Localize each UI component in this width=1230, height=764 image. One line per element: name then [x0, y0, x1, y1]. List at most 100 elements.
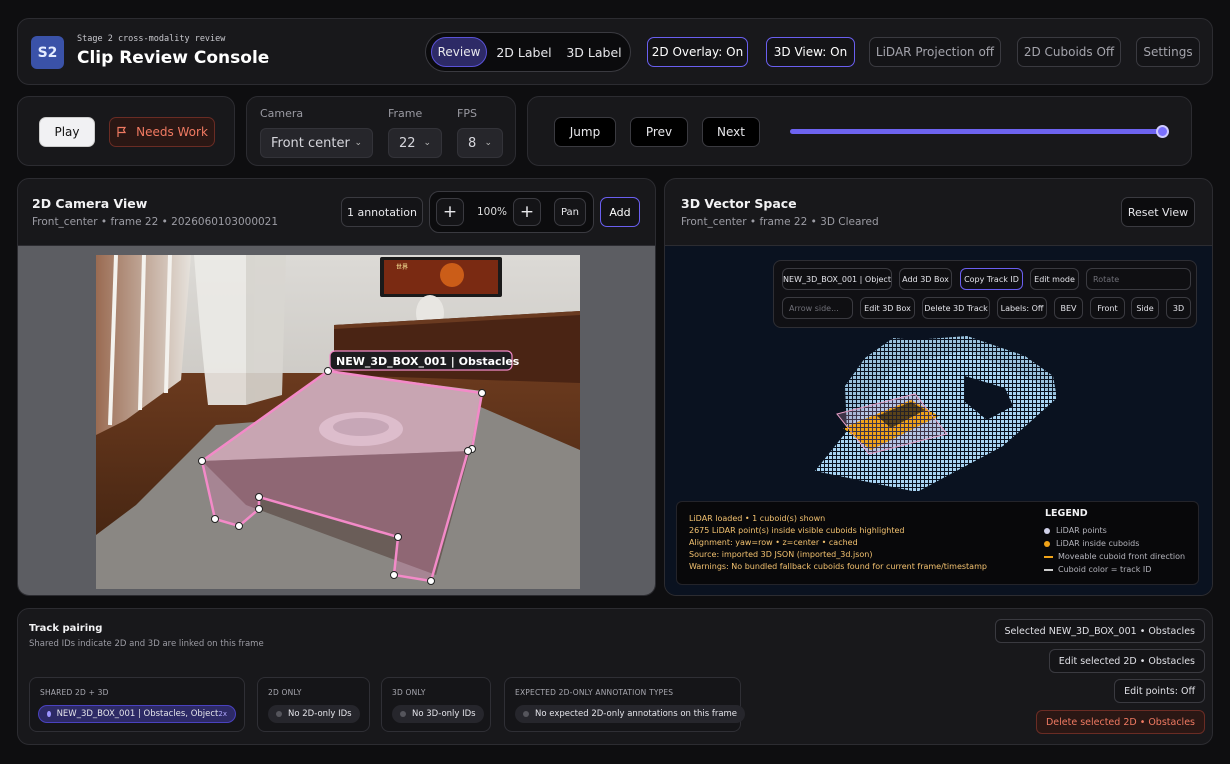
fps-select[interactable]: 8 ⌄: [457, 128, 503, 158]
expected-types-chip: No expected 2D-only annotations on this …: [515, 705, 746, 723]
app-eyebrow: Stage 2 cross-modality review: [77, 34, 226, 44]
selected-track-button[interactable]: Selected NEW_3D_BOX_001 • Obstacles: [994, 619, 1205, 643]
status-dot: [47, 711, 51, 717]
legend-label: LiDAR inside cuboids: [1056, 539, 1140, 548]
navigation-panel: Jump Prev Next: [527, 96, 1192, 166]
delete-selected-2d-button[interactable]: Delete selected 2D • Obstacles: [1035, 710, 1205, 734]
zoom-in-button[interactable]: +: [436, 198, 464, 226]
expected-types-label: No expected 2D-only annotations on this …: [535, 709, 738, 719]
labels-toggle[interactable]: Labels: Off: [997, 297, 1047, 319]
shared-track-count: 2x: [218, 710, 227, 718]
frame-scrubber[interactable]: [790, 125, 1169, 138]
tv-caption: 世界: [396, 263, 408, 271]
view-bev-button[interactable]: BEV: [1054, 297, 1083, 319]
shared-group: SHARED 2D + 3D NEW_3D_BOX_001 | Obstacle…: [29, 677, 245, 732]
prev-button[interactable]: Prev: [630, 117, 688, 147]
settings-button[interactable]: Settings: [1136, 37, 1200, 67]
3d-only-label: No 3D-only IDs: [412, 709, 476, 719]
status-line: LiDAR loaded • 1 cuboid(s) shown: [689, 514, 826, 523]
playback-panel: Play Needs Work: [17, 96, 235, 166]
app-title: Clip Review Console: [77, 48, 270, 68]
track-color-swatch: [1044, 568, 1053, 571]
legend-title: LEGEND: [1045, 508, 1088, 519]
add-annotation-button[interactable]: Add: [600, 197, 640, 227]
vector-space-panel: 3D Vector Space Front_center • frame 22 …: [664, 178, 1213, 596]
toggle-lidar-projection[interactable]: LiDAR Projection off: [869, 37, 1001, 67]
tv-fire: [440, 263, 464, 287]
lidar-toolbar: NEW_3D_BOX_001 | Object Add 3D Box Copy …: [773, 260, 1197, 328]
shared-track-chip[interactable]: NEW_3D_BOX_001 | Obstacles, Object 2x: [38, 705, 236, 723]
legend-item: LiDAR points: [1044, 526, 1107, 535]
copy-track-id-button[interactable]: Copy Track ID: [960, 268, 1023, 290]
legend-item: Moveable cuboid front direction: [1044, 552, 1185, 561]
camera-view-title: 2D Camera View: [32, 196, 148, 211]
expected-types-title: EXPECTED 2D-ONLY ANNOTATION TYPES: [515, 688, 674, 697]
curtain: [194, 255, 286, 405]
delete-3d-track-button[interactable]: Delete 3D Track: [922, 297, 990, 319]
edit-3d-box-button[interactable]: Edit 3D Box: [860, 297, 915, 319]
frame-value: 22: [399, 135, 416, 151]
rotate-input[interactable]: Rotate: [1086, 268, 1191, 290]
camera-label: Camera: [260, 107, 304, 120]
track-pairing-title: Track pairing: [29, 623, 103, 634]
view-3d-button[interactable]: 3D: [1166, 297, 1191, 319]
edit-selected-2d-button[interactable]: Edit selected 2D • Obstacles: [1048, 649, 1205, 673]
tab-2d-label[interactable]: 2D Label: [490, 37, 558, 67]
next-button[interactable]: Next: [702, 117, 760, 147]
vector-space-title: 3D Vector Space: [681, 196, 797, 211]
scrubber-handle[interactable]: [1156, 125, 1169, 138]
view-front-button[interactable]: Front: [1090, 297, 1125, 319]
zoom-plus-button[interactable]: +: [513, 198, 541, 226]
needs-work-label: Needs Work: [136, 125, 208, 139]
annotation-count-button[interactable]: 1 annotation: [341, 197, 423, 227]
2d-only-group: 2D ONLY No 2D-only IDs: [257, 677, 370, 732]
3d-only-chip: No 3D-only IDs: [392, 705, 484, 723]
pan-button[interactable]: Pan: [554, 198, 586, 226]
legend-item: LiDAR inside cuboids: [1044, 539, 1139, 548]
status-line: Source: imported 3D JSON (imported_3d.js…: [689, 550, 873, 559]
arrow-side-input[interactable]: Arrow side...: [782, 297, 853, 319]
fps-label: FPS: [457, 107, 477, 120]
scrubber-fill: [790, 129, 1162, 134]
frame-select[interactable]: 22 ⌄: [388, 128, 442, 158]
annotation-label: NEW_3D_BOX_001 | Obstacles: [336, 355, 520, 368]
camera-select[interactable]: Front center ⌄: [260, 128, 373, 158]
track-select[interactable]: NEW_3D_BOX_001 | Object: [782, 268, 892, 290]
flag-icon: [117, 126, 127, 137]
track-pairing-panel: Track pairing Shared IDs indicate 2D and…: [17, 608, 1213, 745]
lidar-point-swatch: [1044, 527, 1050, 534]
frame-label: Frame: [388, 107, 423, 120]
lidar-point-cloud[interactable]: [665, 336, 1213, 506]
chevron-down-icon: ⌄: [354, 138, 362, 148]
view-side-button[interactable]: Side: [1131, 297, 1159, 319]
3d-only-title: 3D ONLY: [392, 688, 426, 697]
status-line: Alignment: yaw=row • z=center • cached: [689, 538, 858, 547]
legend-label: Cuboid color = track ID: [1058, 565, 1152, 574]
add-3d-box-button[interactable]: Add 3D Box: [899, 268, 952, 290]
reset-view-button[interactable]: Reset View: [1121, 197, 1195, 227]
edit-points-toggle[interactable]: Edit points: Off: [1114, 679, 1205, 703]
lidar-inside-swatch: [1044, 540, 1050, 547]
chevron-down-icon: ⌄: [484, 138, 492, 148]
camera-image[interactable]: 世界 NEW_3D_BOX_001 | Obstacles: [96, 255, 580, 589]
2d-only-label: No 2D-only IDs: [288, 709, 352, 719]
play-button[interactable]: Play: [39, 117, 95, 147]
toggle-2d-cuboids[interactable]: 2D Cuboids Off: [1017, 37, 1121, 67]
edit-mode-button[interactable]: Edit mode: [1030, 268, 1079, 290]
track-pairing-subtitle: Shared IDs indicate 2D and 3D are linked…: [29, 639, 264, 649]
status-dot: [400, 711, 406, 717]
2d-only-title: 2D ONLY: [268, 688, 302, 697]
shared-title: SHARED 2D + 3D: [40, 688, 109, 697]
needs-work-button[interactable]: Needs Work: [109, 117, 215, 147]
tab-3d-label[interactable]: 3D Label: [560, 37, 628, 67]
tab-review[interactable]: Review: [431, 37, 487, 67]
zoom-controls: + 100% + Pan: [429, 191, 594, 233]
header-bar: S2 Stage 2 cross-modality review Clip Re…: [17, 18, 1213, 85]
status-dot: [523, 711, 529, 717]
zoom-level: 100%: [476, 206, 508, 218]
jump-button[interactable]: Jump: [554, 117, 616, 147]
toggle-2d-overlay[interactable]: 2D Overlay: On: [647, 37, 748, 67]
chevron-down-icon: ⌄: [423, 138, 431, 148]
legend-label: Moveable cuboid front direction: [1058, 552, 1186, 561]
toggle-3d-view[interactable]: 3D View: On: [766, 37, 855, 67]
